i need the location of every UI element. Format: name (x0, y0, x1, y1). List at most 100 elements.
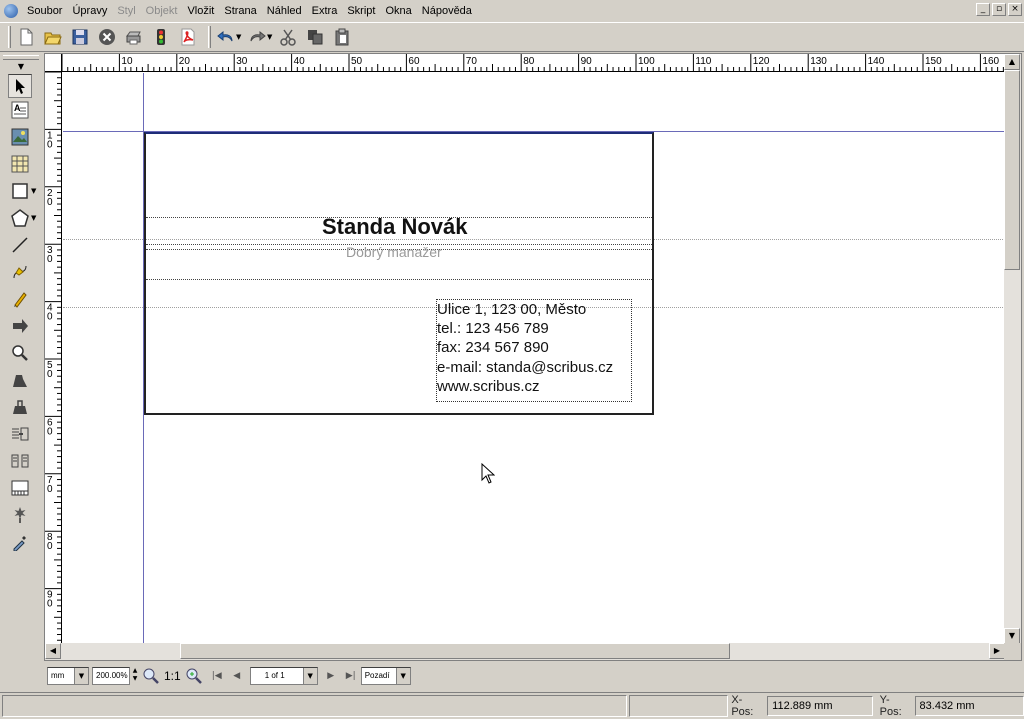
polygon-dropdown-icon[interactable]: ▼ (31, 214, 36, 222)
print-icon[interactable] (123, 26, 145, 48)
unit-select[interactable]: mm ▼ (47, 667, 89, 685)
previous-page-icon[interactable]: ◀ (227, 667, 247, 685)
layer-select[interactable]: Pozadí ▼ (360, 667, 411, 685)
shape-dropdown-icon[interactable]: ▼ (31, 187, 36, 195)
pdf-icon[interactable] (177, 26, 199, 48)
ruler-label: 70 (466, 56, 478, 67)
menu-upravy[interactable]: Úpravy (67, 0, 112, 22)
page-select[interactable]: 1 of 1 ▼ (249, 667, 318, 685)
ruler-label: 120 (753, 56, 770, 67)
scroll-up-icon[interactable]: ▲ (1004, 54, 1020, 70)
undo-dropdown-icon[interactable]: ▼ (236, 33, 243, 41)
zoom-out-icon[interactable] (142, 667, 160, 685)
card-title-text[interactable]: Dobrý manažer (346, 244, 442, 260)
close-window-icon[interactable]: × (1008, 3, 1022, 16)
horizontal-scroll-thumb[interactable] (180, 643, 730, 659)
chevron-down-icon: ▼ (395, 668, 410, 684)
menu-soubor[interactable]: Soubor (22, 0, 67, 22)
vertical-ruler[interactable]: 102030405060708090100 (45, 72, 62, 644)
freehand-icon[interactable] (8, 287, 32, 311)
restore-icon[interactable]: ▫ (992, 3, 1006, 16)
menu-styl[interactable]: Styl (112, 0, 140, 22)
select-icon[interactable] (8, 74, 32, 98)
undo-icon[interactable] (215, 26, 237, 48)
toolbar-grip-2[interactable] (208, 26, 211, 48)
edit-contents-icon[interactable] (8, 368, 32, 392)
line-icon[interactable] (8, 233, 32, 257)
ruler-label: 50 (351, 56, 363, 67)
scribus-app-icon[interactable] (4, 4, 18, 18)
next-page-icon[interactable]: ▶ (321, 667, 341, 685)
ruler-label: 0 (47, 541, 53, 552)
ruler-label: 30 (236, 56, 248, 67)
bezier-icon[interactable] (8, 260, 32, 284)
contact-text-frame[interactable]: Ulice 1, 123 00, Město tel.: 123 456 789… (436, 299, 632, 402)
redo-dropdown-icon[interactable]: ▼ (267, 33, 274, 41)
scroll-down-icon[interactable]: ▼ (1004, 628, 1020, 644)
menu-napoveda[interactable]: Nápověda (417, 0, 477, 22)
tools-menu-icon[interactable]: ▼ (0, 62, 42, 72)
contact-phone: tel.: 123 456 789 (437, 320, 549, 338)
save-icon[interactable] (69, 26, 91, 48)
copy-properties-icon[interactable] (8, 503, 32, 527)
zoom-icon[interactable] (8, 341, 32, 365)
close-icon[interactable] (96, 26, 118, 48)
menu-objekt[interactable]: Objekt (141, 0, 183, 22)
page-canvas[interactable]: Standa Novák Dobrý manažer Ulice 1, 123 … (63, 73, 1005, 644)
shape-icon[interactable] (8, 179, 32, 203)
menu-extra[interactable]: Extra (307, 0, 343, 22)
rotate-icon[interactable] (8, 314, 32, 338)
contact-web: www.scribus.cz (437, 377, 540, 395)
toolbar-grip[interactable] (8, 26, 11, 48)
zoom-input[interactable]: 200.00% (92, 667, 130, 685)
first-page-icon[interactable]: |◀ (207, 667, 227, 685)
zoom-in-icon[interactable] (185, 667, 203, 685)
ruler-label: 110 (695, 56, 711, 67)
polygon-icon[interactable] (8, 206, 32, 230)
copy-icon[interactable] (304, 26, 326, 48)
eyedropper-icon[interactable] (8, 530, 32, 554)
menu-skript[interactable]: Skript (342, 0, 380, 22)
chevron-down-icon: ▼ (74, 668, 88, 684)
menu-strana[interactable]: Strana (219, 0, 261, 22)
preflight-icon[interactable] (150, 26, 172, 48)
vertical-scroll-thumb[interactable] (1004, 70, 1020, 270)
horizontal-scrollbar[interactable]: ◀ ▶ (45, 643, 1005, 660)
horizontal-ruler[interactable]: 10 20 30 40 50 60 70 80 90 100 110 120 130 140 150 160 (62, 54, 1005, 72)
scroll-right-icon[interactable]: ▶ (989, 643, 1005, 659)
card-name-text[interactable]: Standa Novák (322, 214, 468, 240)
cut-icon[interactable] (277, 26, 299, 48)
redo-icon[interactable] (246, 26, 268, 48)
menu-bar: Soubor Úpravy Styl Objekt Vložit Strana … (0, 0, 1024, 22)
document-window: 10 20 30 40 50 60 70 80 90 100 110 120 130 140 150 160 … (44, 53, 1022, 661)
tools-grip[interactable] (3, 55, 39, 60)
last-page-icon[interactable]: ▶| (341, 667, 361, 685)
image-frame-icon[interactable] (8, 125, 32, 149)
business-card-frame[interactable]: Standa Novák Dobrý manažer Ulice 1, 123 … (144, 132, 654, 415)
unlink-frames-icon[interactable] (8, 449, 32, 473)
xpos-label: X-Pos: (731, 694, 754, 718)
table-icon[interactable] (8, 152, 32, 176)
vertical-scrollbar[interactable]: ▲ ▼ (1004, 54, 1021, 644)
measure-icon[interactable] (8, 476, 32, 500)
ruler-label: 0 (47, 484, 53, 495)
new-icon[interactable] (15, 26, 37, 48)
edit-text-icon[interactable] (8, 395, 32, 419)
ruler-corner[interactable] (45, 54, 62, 72)
ruler-label: 20 (179, 56, 191, 67)
scroll-left-icon[interactable]: ◀ (45, 643, 61, 659)
ruler-label: 100 (638, 56, 655, 67)
zoom-spinner[interactable]: ▲ ▼ (130, 667, 140, 685)
open-icon[interactable] (42, 26, 64, 48)
minimize-icon[interactable]: _ (976, 3, 990, 16)
zoom-value: 200.00% (96, 671, 128, 680)
zoom-actual-size-button[interactable]: 1:1 (164, 669, 181, 683)
menu-vlozit[interactable]: Vložit (182, 0, 219, 22)
paste-icon[interactable] (331, 26, 353, 48)
vertical-ruler-ticks: 102030405060708090100 (45, 72, 61, 641)
text-frame-icon[interactable]: A (8, 98, 32, 122)
menu-nahled[interactable]: Náhled (262, 0, 307, 22)
menu-okna[interactable]: Okna (380, 0, 416, 22)
link-frames-icon[interactable] (8, 422, 32, 446)
mouse-cursor-icon (481, 462, 496, 488)
